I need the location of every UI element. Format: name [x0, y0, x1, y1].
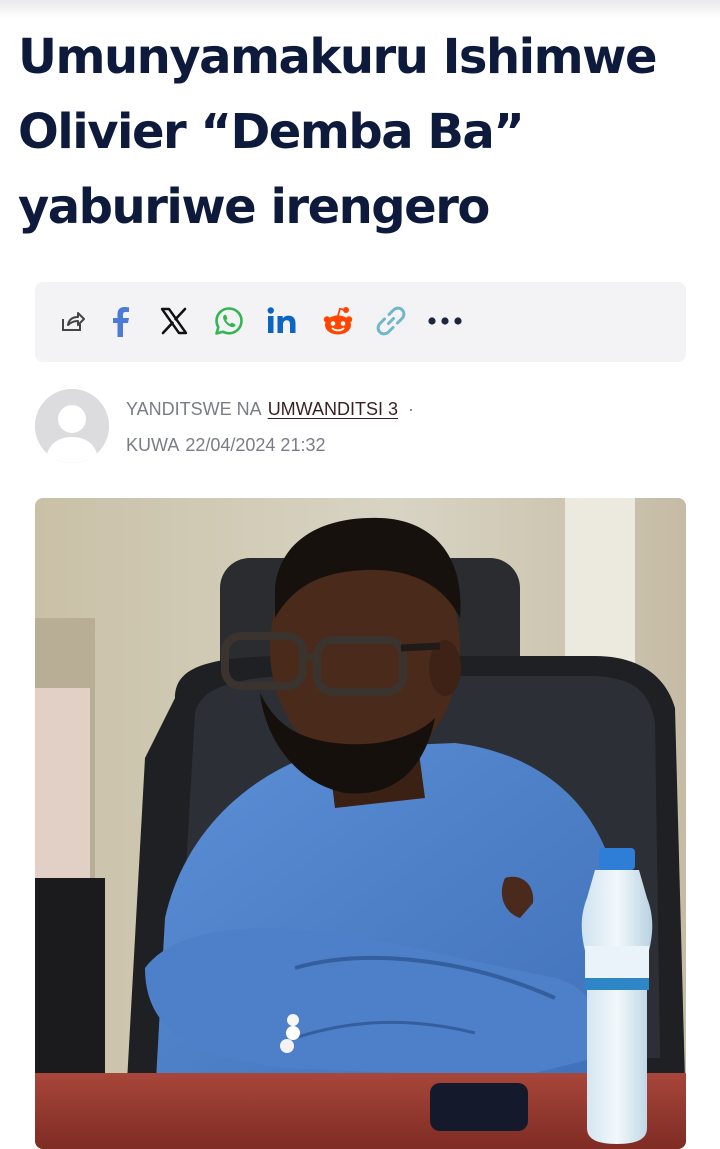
author-avatar[interactable]: [35, 389, 109, 463]
date-prefix: KUWA: [126, 435, 180, 455]
author-row: YANDITSWE NA UMWANDITSI 3 ·: [126, 397, 414, 421]
whatsapp-icon[interactable]: [210, 302, 248, 340]
top-shadow: [0, 0, 720, 18]
share-icon[interactable]: [53, 302, 91, 340]
copy-link-icon[interactable]: [372, 302, 410, 340]
byline: YANDITSWE NA UMWANDITSI 3 · KUWA 22/04/2…: [126, 397, 414, 457]
reddit-icon[interactable]: [319, 302, 357, 340]
article-title: Umunyamakuru Ishimwe Olivier “Demba Ba” …: [18, 29, 658, 235]
more-icon[interactable]: [426, 302, 464, 340]
user-placeholder-icon: [35, 389, 109, 463]
article-hero-image[interactable]: [35, 498, 686, 1149]
byline-separator: ·: [408, 399, 415, 419]
share-bar: [35, 282, 686, 362]
x-icon[interactable]: [155, 302, 193, 340]
author-prefix: YANDITSWE NA: [126, 399, 262, 419]
date-row: KUWA 22/04/2024 21:32: [126, 433, 414, 457]
linkedin-icon[interactable]: [263, 302, 301, 340]
facebook-icon[interactable]: [102, 302, 140, 340]
publish-date: 22/04/2024 21:32: [185, 435, 326, 455]
author-link[interactable]: UMWANDITSI 3: [268, 397, 398, 421]
